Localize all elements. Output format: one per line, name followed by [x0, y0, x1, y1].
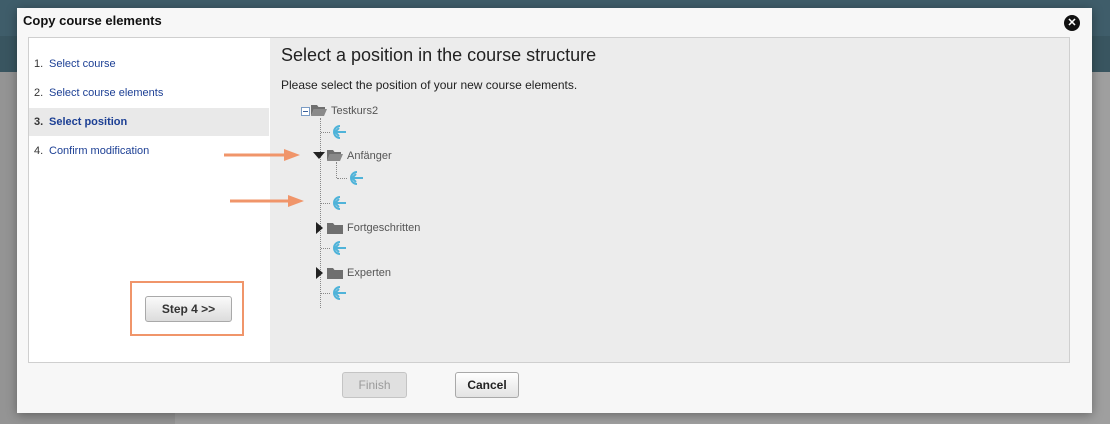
finish-button: Finish [342, 372, 407, 398]
expand-toggle-icon[interactable] [313, 152, 325, 159]
tree-node-label[interactable]: Fortgeschritten [347, 222, 420, 234]
step-label[interactable]: Select course [49, 50, 116, 78]
step-label[interactable]: Select course elements [49, 79, 163, 107]
content-title: Select a position in the course structur… [281, 45, 597, 65]
close-icon[interactable]: ✕ [1064, 15, 1080, 31]
folder-open-icon [327, 149, 343, 161]
tree-root-label[interactable]: Testkurs2 [331, 105, 378, 117]
wizard-step-3[interactable]: 3. Select position [29, 108, 269, 136]
expand-toggle-icon[interactable] [316, 267, 323, 279]
cancel-button[interactable]: Cancel [455, 372, 519, 398]
insert-position-icon[interactable] [348, 170, 364, 186]
folder-icon [327, 222, 343, 234]
position-selector: Select a position in the course structur… [270, 38, 1069, 362]
step-label[interactable]: Confirm modification [49, 137, 149, 165]
folder-icon [327, 267, 343, 279]
folder-open-icon [311, 104, 327, 116]
wizard-step-2[interactable]: 2. Select course elements [29, 79, 269, 107]
step-number: 1. [34, 58, 44, 70]
tree-node-label[interactable]: Anfänger [347, 150, 392, 162]
content-subtitle: Please select the position of your new c… [281, 78, 578, 92]
tree-node-label[interactable]: Experten [347, 267, 391, 279]
step-number: 4. [34, 145, 44, 157]
copy-course-dialog: Copy course elements ✕ 1. Select course … [17, 8, 1092, 413]
insert-position-icon[interactable] [331, 240, 347, 256]
step-number: 2. [34, 87, 44, 99]
step-label[interactable]: Select position [49, 108, 127, 136]
expand-toggle-icon[interactable] [316, 222, 323, 234]
insert-position-icon[interactable] [331, 195, 347, 211]
wizard-panel: 1. Select course 2. Select course elemen… [28, 37, 1070, 363]
insert-position-icon[interactable] [331, 124, 347, 140]
collapse-toggle-icon[interactable] [301, 107, 310, 116]
step-number: 3. [34, 116, 44, 128]
dialog-title: Copy course elements [23, 13, 162, 28]
wizard-step-1[interactable]: 1. Select course [29, 50, 269, 78]
arrow-annotation [224, 148, 300, 167]
next-step-button[interactable]: Step 4 >> [145, 296, 232, 322]
insert-position-icon[interactable] [331, 285, 347, 301]
arrow-annotation [230, 194, 304, 213]
